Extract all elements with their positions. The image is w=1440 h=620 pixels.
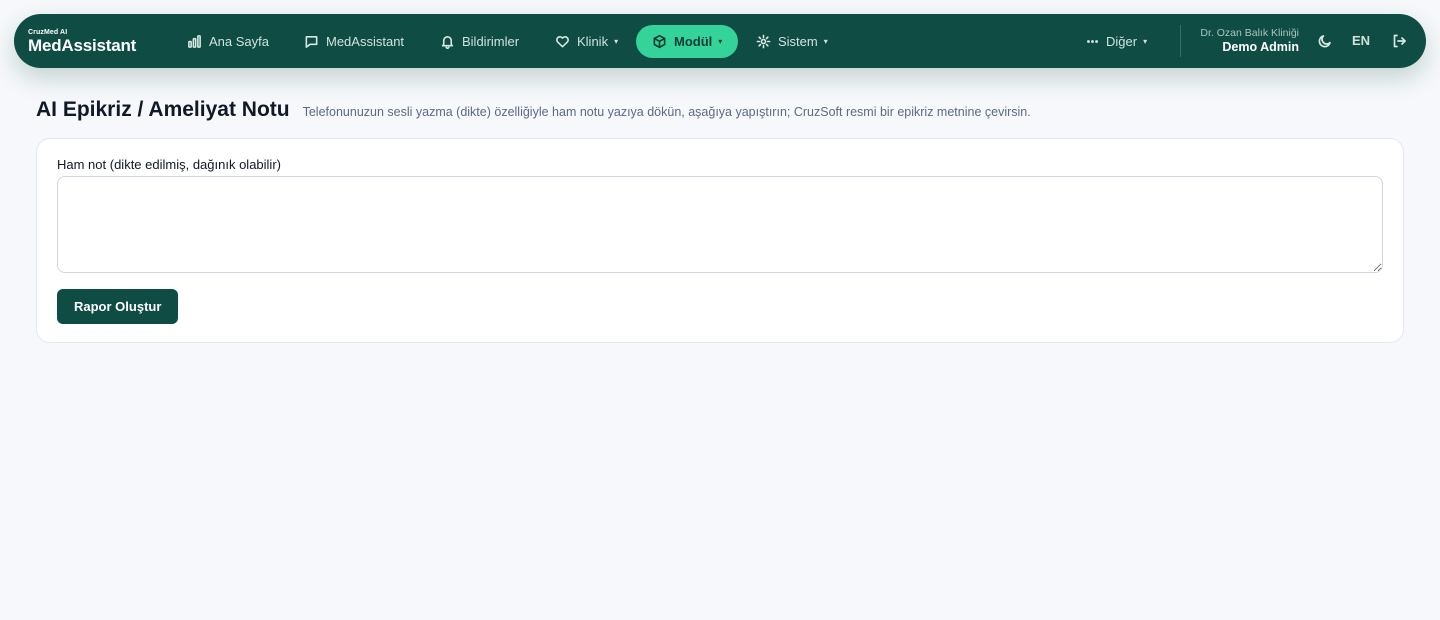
brand-tagline: CruzMed AI bbox=[28, 29, 68, 36]
nav-divider bbox=[1180, 25, 1181, 57]
page-title: AI Epikriz / Ameliyat Notu bbox=[36, 98, 290, 121]
clinic-name: Dr. Ozan Balık Kliniği bbox=[1200, 27, 1299, 39]
brand-name: MedAssistant bbox=[28, 36, 137, 55]
chevron-down-icon: ▾ bbox=[614, 37, 619, 46]
raw-note-label: Ham not (dikte edilmiş, dağınık olabilir… bbox=[57, 157, 281, 172]
heart-icon bbox=[556, 36, 569, 48]
top-navbar: CruzMed AI MedAssistant Ana Sayfa MedAss… bbox=[14, 14, 1426, 68]
moon-icon bbox=[1318, 35, 1331, 48]
generate-report-button[interactable]: Rapor Oluştur bbox=[57, 289, 179, 324]
nav-item-medassistant[interactable]: MedAssistant bbox=[304, 25, 404, 58]
ellipsis-icon bbox=[1087, 40, 1098, 43]
page-header: AI Epikriz / Ameliyat Notu Telefonunuzun… bbox=[36, 98, 1031, 122]
raw-note-textarea[interactable] bbox=[57, 176, 1383, 273]
nav-item-diger[interactable]: Diğer ▾ bbox=[1086, 25, 1147, 58]
nav-item-klinik[interactable]: Klinik ▾ bbox=[555, 25, 618, 58]
nav-item-ana-sayfa[interactable]: Ana Sayfa bbox=[187, 25, 269, 58]
theme-toggle-button[interactable] bbox=[1315, 31, 1335, 51]
bell-icon bbox=[441, 36, 454, 49]
chevron-down-icon: ▾ bbox=[718, 37, 723, 46]
nav-item-label: Sistem bbox=[778, 34, 818, 49]
nav-item-bildirimler[interactable]: Bildirimler bbox=[440, 25, 519, 58]
epikriz-form-card: Ham not (dikte edilmiş, dağınık olabilir… bbox=[36, 138, 1404, 343]
page-subtitle: Telefonunuzun sesli yazma (dikte) özelli… bbox=[302, 105, 1031, 119]
user-name: Demo Admin bbox=[1222, 40, 1299, 55]
nav-item-label: Ana Sayfa bbox=[209, 34, 269, 49]
language-toggle-button[interactable]: EN bbox=[1352, 33, 1370, 48]
nav-item-modul[interactable]: Modül ▾ bbox=[636, 25, 739, 58]
brand-logo[interactable]: CruzMed AI MedAssistant bbox=[28, 29, 136, 54]
nav-item-label: MedAssistant bbox=[326, 34, 405, 49]
logout-icon bbox=[1393, 34, 1406, 48]
nav-item-label: Bildirimler bbox=[462, 34, 520, 49]
nav-item-label: Modül bbox=[674, 34, 713, 49]
chevron-down-icon: ▾ bbox=[1143, 37, 1148, 46]
user-info[interactable]: Dr. Ozan Balık Kliniği Demo Admin bbox=[1200, 27, 1299, 56]
nav-item-label: Klinik bbox=[577, 34, 609, 49]
cube-icon bbox=[653, 34, 666, 49]
nav-item-sistem[interactable]: Sistem ▾ bbox=[756, 25, 828, 58]
chevron-down-icon: ▾ bbox=[823, 37, 828, 46]
nav-item-label: Diğer bbox=[1106, 34, 1138, 49]
logout-button[interactable] bbox=[1389, 31, 1409, 51]
gear-icon bbox=[756, 34, 771, 49]
chat-icon bbox=[305, 36, 318, 48]
bar-chart-icon bbox=[188, 35, 201, 48]
